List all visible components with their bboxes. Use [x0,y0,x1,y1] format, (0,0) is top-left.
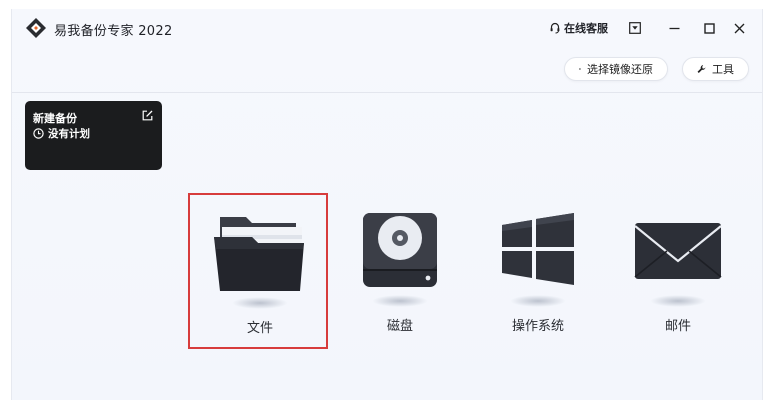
wrench-icon [697,65,706,73]
maximize-button[interactable] [700,19,718,37]
maximize-icon [703,22,715,34]
close-button[interactable] [730,19,748,37]
backup-option-file[interactable]: 文件 [188,193,328,349]
folder-icon [214,217,304,291]
app-logo-icon [26,18,46,38]
new-backup-card[interactable]: 新建备份 没有计划 [25,101,162,170]
windows-icon [502,213,574,285]
backup-option-os[interactable]: 操作系统 [468,193,608,349]
backup-option-mail[interactable]: 邮件 [608,193,748,349]
schedule-text: 没有计划 [48,128,90,140]
dropdown-menu-icon [629,22,641,34]
title-bar: 易我备份专家 2022 在线客服 [12,9,762,49]
tools-label: 工具 [712,63,734,76]
backup-option-label: 文件 [246,321,273,336]
backup-option-label: 磁盘 [386,319,413,334]
app-title: 易我备份专家 2022 [54,24,173,39]
restore-label: 选择镜像还原 [587,63,653,76]
mail-shadow [650,295,706,307]
back-arrow-icon [579,68,581,70]
backup-schedule: 没有计划 [33,126,90,141]
online-support-label: 在线客服 [564,22,608,35]
mail-icon [634,223,722,279]
clock-icon [33,128,44,139]
backup-option-label: 邮件 [664,319,691,334]
tools-button[interactable]: 工具 [682,57,749,81]
toolbar-divider [12,92,762,93]
new-backup-title: 新建备份 [33,112,77,125]
edit-icon[interactable] [142,110,153,121]
restore-from-image-button[interactable]: 选择镜像还原 [564,57,668,81]
online-support-button[interactable]: 在线客服 [550,20,608,36]
backup-option-label: 操作系统 [511,319,564,334]
close-icon [734,23,744,33]
os-shadow [510,295,566,307]
minimize-icon [669,27,679,29]
app-window: 易我备份专家 2022 在线客服 选择镜像还原 工具 新建备份 没有计划 文件 … [11,9,763,400]
folder-shadow [232,297,288,309]
disk-icon [363,213,437,287]
backup-option-disk[interactable]: 磁盘 [330,193,470,349]
headset-icon [550,22,560,34]
dropdown-menu-button[interactable] [626,19,644,37]
minimize-button[interactable] [665,19,683,37]
disk-shadow [372,295,428,307]
